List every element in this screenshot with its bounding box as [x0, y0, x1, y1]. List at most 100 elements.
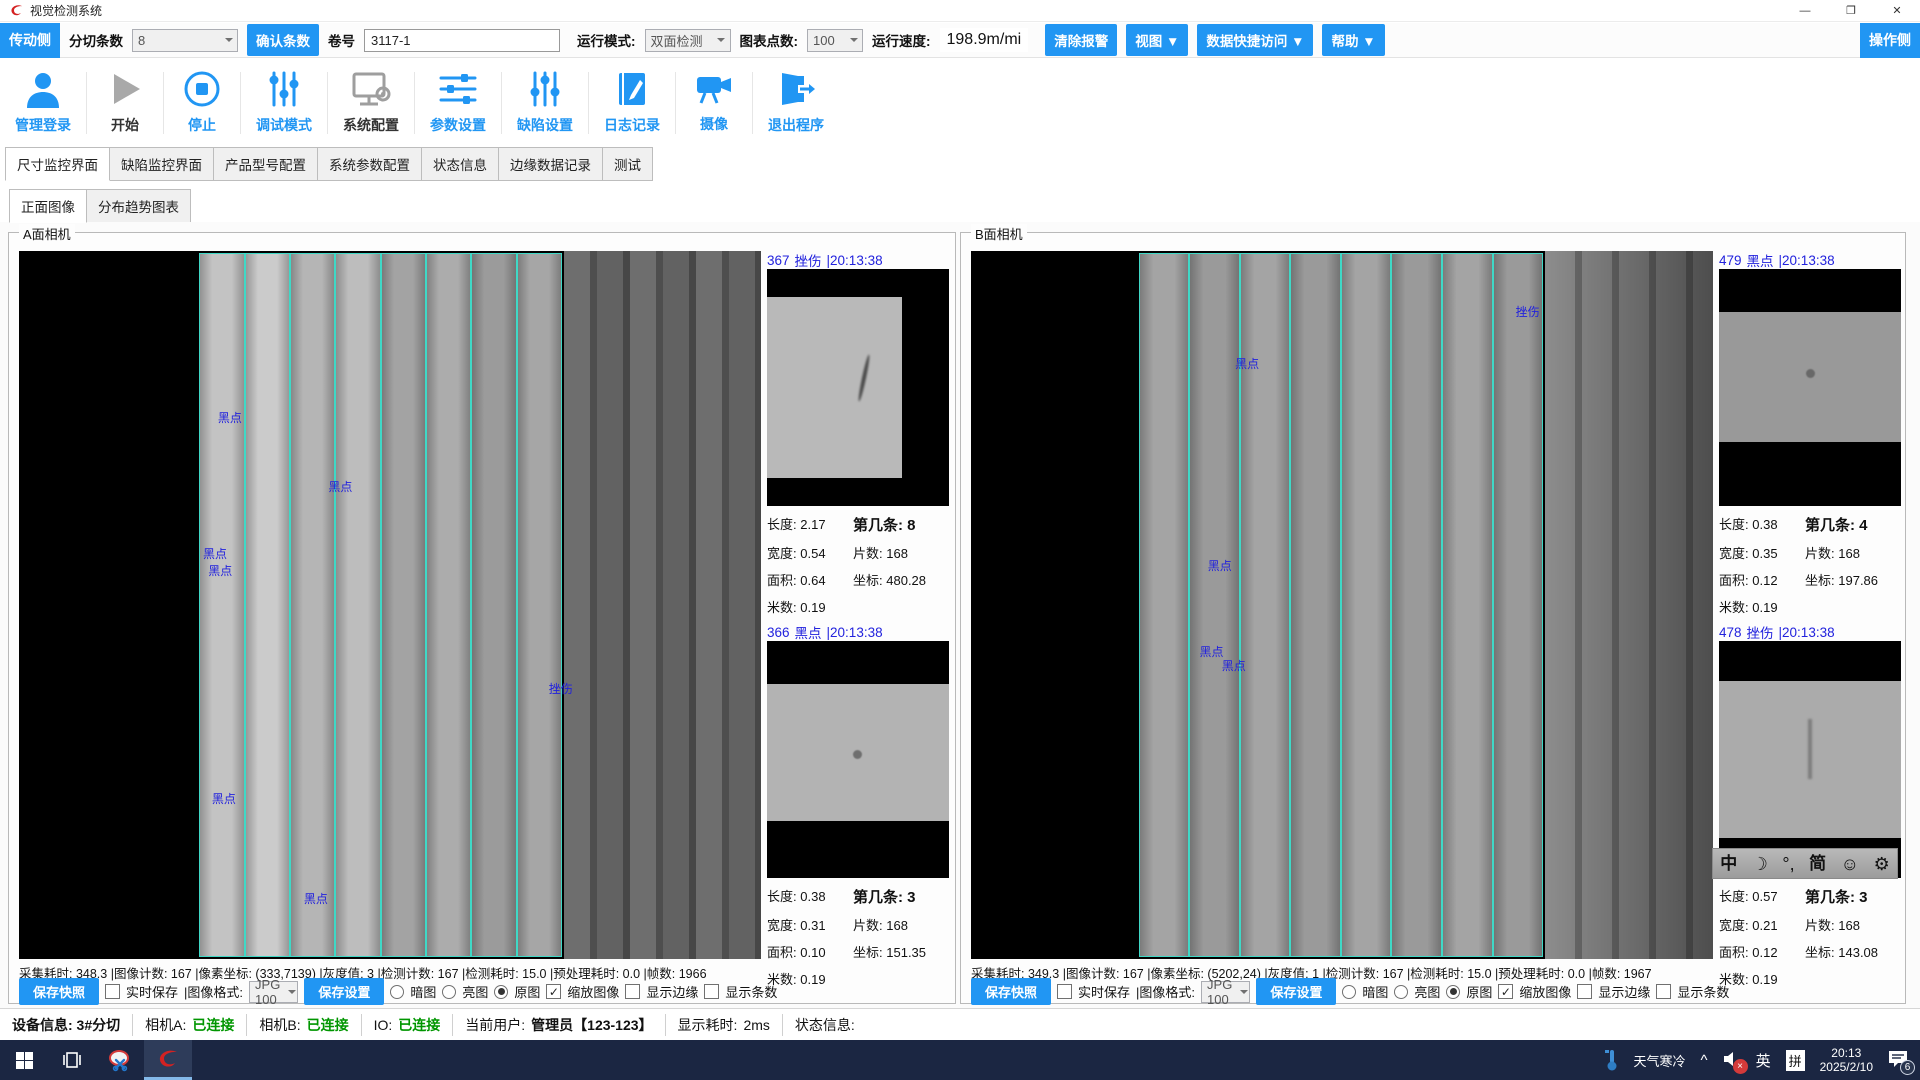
- ime-pinyin-indicator[interactable]: 拼: [1786, 1050, 1805, 1071]
- action-center-button[interactable]: 6: [1888, 1050, 1908, 1071]
- windows-logo-icon: [16, 1052, 33, 1069]
- debug-mode-button[interactable]: 调试模式: [241, 70, 327, 135]
- snipping-tool-icon: [108, 1048, 132, 1072]
- defect-marker-label: 黑点: [208, 562, 232, 579]
- zoom-image-checkbox[interactable]: [1498, 984, 1513, 999]
- defect-card[interactable]: 479 黑点 |20:13:38 长度: 0.38 第几条: 4 宽度: 0.3…: [1719, 251, 1901, 616]
- original-image-radio[interactable]: [1446, 985, 1460, 999]
- weather-status[interactable]: 天气寒冷: [1634, 1051, 1686, 1070]
- chevron-down-icon[interactable]: [845, 30, 862, 51]
- tab-trend-chart[interactable]: 分布趋势图表: [86, 189, 191, 223]
- dark-image-radio[interactable]: [390, 985, 404, 999]
- ime-language-mode[interactable]: 中: [1720, 855, 1737, 872]
- bright-image-radio[interactable]: [442, 985, 456, 999]
- windows-taskbar: 天气寒冷 ^ × 英 拼 20:13 2025/2/10 6: [0, 1040, 1920, 1080]
- admin-login-button[interactable]: 管理登录: [0, 70, 86, 135]
- tab-front-image[interactable]: 正面图像: [9, 189, 87, 223]
- ime-language-indicator[interactable]: 英: [1756, 1050, 1771, 1071]
- gear-icon[interactable]: ⚙: [1874, 855, 1890, 873]
- defect-thumbnail[interactable]: [1719, 641, 1901, 878]
- tab-status-info[interactable]: 状态信息: [421, 147, 499, 181]
- save-snapshot-button[interactable]: 保存快照: [971, 978, 1051, 1005]
- exit-program-button[interactable]: 退出程序: [753, 70, 839, 135]
- save-settings-button[interactable]: 保存设置: [304, 978, 384, 1005]
- save-settings-button[interactable]: 保存设置: [1256, 978, 1336, 1005]
- defect-thumbnail[interactable]: [767, 269, 949, 506]
- run-mode-select[interactable]: 双面检测: [645, 29, 731, 52]
- defect-thumbnail[interactable]: [1719, 269, 1901, 506]
- defect-header: 479 黑点 |20:13:38: [1719, 251, 1901, 269]
- minimize-button[interactable]: —: [1782, 0, 1828, 21]
- taskbar-app-vision-system[interactable]: [144, 1040, 192, 1080]
- tab-defect-monitor[interactable]: 缺陷监控界面: [109, 147, 214, 181]
- show-count-label: 显示条数: [725, 982, 777, 1001]
- roll-number-input[interactable]: 3117-1: [364, 29, 560, 52]
- confirm-count-button[interactable]: 确认条数: [247, 24, 319, 56]
- image-format-select[interactable]: JPG 100: [249, 981, 298, 1003]
- chevron-down-icon[interactable]: [287, 982, 298, 1002]
- taskbar-clock[interactable]: 20:13 2025/2/10: [1820, 1046, 1873, 1074]
- drive-side-button[interactable]: 传动侧: [0, 23, 60, 58]
- chart-points-select[interactable]: 100: [807, 29, 863, 52]
- punctuation-mode-icon[interactable]: °,: [1782, 855, 1794, 873]
- view-menu-button[interactable]: 视图 ▼: [1126, 24, 1188, 56]
- realtime-save-checkbox[interactable]: [105, 984, 120, 999]
- defect-stats: 长度: 2.17 第几条: 8 宽度: 0.54 片数: 168 面积: 0.6…: [767, 506, 949, 616]
- defect-thumbnail[interactable]: [767, 641, 949, 878]
- maximize-button[interactable]: ❐: [1828, 0, 1874, 21]
- operator-side-button[interactable]: 操作侧: [1860, 23, 1920, 58]
- chevron-down-icon[interactable]: [220, 30, 237, 51]
- moon-icon[interactable]: ☽: [1752, 855, 1768, 873]
- close-button[interactable]: ✕: [1874, 0, 1920, 21]
- defect-marker-label: 黑点: [212, 790, 236, 807]
- zoom-image-label: 缩放图像: [1519, 982, 1571, 1001]
- defect-card[interactable]: 366 黑点 |20:13:38 长度: 0.38 第几条: 3 宽度: 0.3…: [767, 623, 949, 988]
- system-config-button[interactable]: 系统配置: [328, 70, 414, 135]
- image-format-select[interactable]: JPG 100: [1201, 981, 1250, 1003]
- bright-image-radio[interactable]: [1394, 985, 1408, 999]
- tab-test[interactable]: 测试: [602, 147, 653, 181]
- bright-image-label: 亮图: [462, 982, 488, 1001]
- help-menu-button[interactable]: 帮助 ▼: [1322, 24, 1384, 56]
- tab-edge-data-record[interactable]: 边缘数据记录: [498, 147, 603, 181]
- emoji-icon[interactable]: ☺: [1841, 855, 1859, 873]
- log-record-button[interactable]: 日志记录: [589, 70, 675, 135]
- chevron-down-icon[interactable]: [1239, 982, 1250, 1002]
- stop-button[interactable]: 停止: [164, 70, 240, 135]
- show-edge-checkbox[interactable]: [1577, 984, 1592, 999]
- capture-button[interactable]: 摄像: [676, 71, 752, 134]
- start-button[interactable]: 开始: [87, 70, 163, 135]
- tray-expand-caret[interactable]: ^: [1701, 1052, 1708, 1069]
- defect-marker-label: 黑点: [328, 478, 352, 495]
- data-quick-access-button[interactable]: 数据快捷访问 ▼: [1197, 24, 1313, 56]
- save-snapshot-button[interactable]: 保存快照: [19, 978, 99, 1005]
- show-edge-checkbox[interactable]: [625, 984, 640, 999]
- snipping-tool-button[interactable]: [96, 1040, 144, 1080]
- defect-time: |20:13:38: [1779, 625, 1835, 640]
- zoom-image-checkbox[interactable]: [546, 984, 561, 999]
- tab-product-model-config[interactable]: 产品型号配置: [213, 147, 318, 181]
- task-view-button[interactable]: [48, 1040, 96, 1080]
- start-button[interactable]: [0, 1040, 48, 1080]
- tab-system-param-config[interactable]: 系统参数配置: [317, 147, 422, 181]
- slit-count-select[interactable]: 8: [132, 29, 238, 52]
- chevron-down-icon[interactable]: [713, 30, 730, 51]
- dark-image-radio[interactable]: [1342, 985, 1356, 999]
- volume-muted-icon[interactable]: ×: [1723, 1051, 1741, 1070]
- state-info: 状态信息:: [783, 1014, 867, 1036]
- thermometer-icon[interactable]: [1605, 1049, 1619, 1071]
- simplified-chinese-mode[interactable]: 简: [1809, 855, 1826, 872]
- tab-size-monitor[interactable]: 尺寸监控界面: [5, 147, 110, 181]
- realtime-save-checkbox[interactable]: [1057, 984, 1072, 999]
- parameter-settings-button[interactable]: 参数设置: [415, 70, 501, 135]
- show-count-checkbox[interactable]: [1656, 984, 1671, 999]
- defect-card[interactable]: 478 挫伤 |20:13:38 长度: 0.57 第几条: 3 宽度: 0.2…: [1719, 623, 1901, 988]
- defect-settings-button[interactable]: 缺陷设置: [502, 70, 588, 135]
- defect-marker-label: 黑点: [1208, 557, 1232, 574]
- defect-card[interactable]: 367 挫伤 |20:13:38 长度: 2.17 第几条: 8 宽度: 0.5…: [767, 251, 949, 616]
- original-image-radio[interactable]: [494, 985, 508, 999]
- image-format-label: |图像格式:: [1136, 982, 1195, 1001]
- clear-alarm-button[interactable]: 清除报警: [1045, 24, 1117, 56]
- show-count-checkbox[interactable]: [704, 984, 719, 999]
- strip-box: [517, 253, 562, 957]
